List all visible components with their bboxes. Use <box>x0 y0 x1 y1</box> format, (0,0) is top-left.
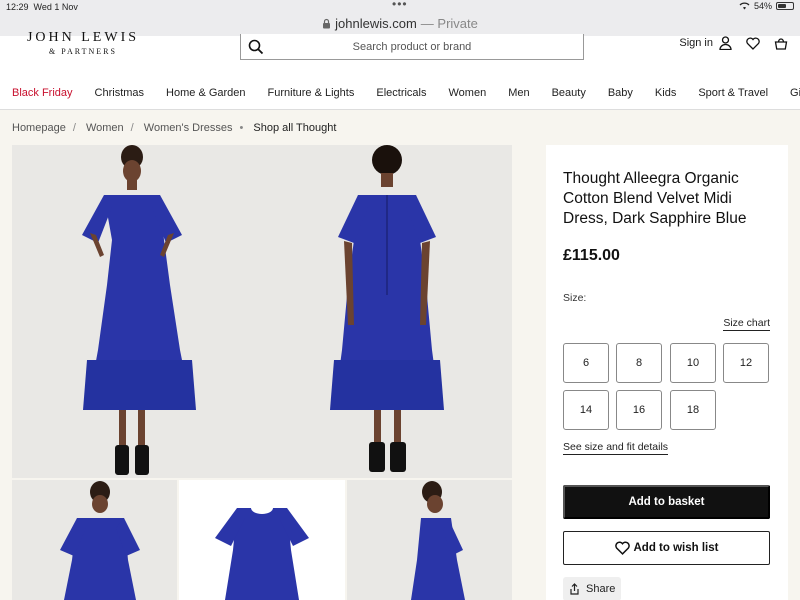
nav-item-black-friday[interactable]: Black Friday <box>12 87 73 99</box>
size-option-8[interactable]: 8 <box>616 343 662 383</box>
breadcrumb-current[interactable]: Shop all Thought <box>253 122 336 134</box>
nav-item-furniture-lights[interactable]: Furniture & Lights <box>268 87 355 99</box>
product-price: £115.00 <box>563 247 620 264</box>
size-option-16[interactable]: 16 <box>616 390 662 430</box>
wifi-icon <box>739 2 750 10</box>
search-box[interactable] <box>240 34 584 60</box>
nav-item-women[interactable]: Women <box>448 87 486 99</box>
lock-icon <box>323 18 331 29</box>
more-dots-icon[interactable]: ••• <box>392 0 408 11</box>
nav-item-men[interactable]: Men <box>508 87 529 99</box>
model-front-illustration <box>82 145 196 475</box>
size-option-12[interactable]: 12 <box>723 343 769 383</box>
url-text[interactable]: johnlewis.com <box>335 16 417 31</box>
heart-icon <box>614 541 630 555</box>
thumbnail-1[interactable] <box>12 480 177 600</box>
main-product-image[interactable] <box>12 145 512 478</box>
nav-item-home-garden[interactable]: Home & Garden <box>166 87 245 99</box>
status-time-date: 12:29 Wed 1 Nov <box>6 2 78 12</box>
header-actions: Sign in <box>679 36 788 50</box>
nav-item-kids[interactable]: Kids <box>655 87 676 99</box>
nav-item-gifts[interactable]: Gifts <box>790 87 800 99</box>
add-to-basket-button[interactable]: Add to basket <box>563 485 770 519</box>
status-bar: 12:29 Wed 1 Nov ••• 54% <box>0 0 800 14</box>
search-input[interactable] <box>271 40 583 53</box>
wishlist-label: Add to wish list <box>633 542 719 554</box>
status-right: 54% <box>739 1 794 11</box>
nav-item-electricals[interactable]: Electricals <box>376 87 426 99</box>
breadcrumb-womens-dresses[interactable]: Women's Dresses <box>144 122 233 134</box>
size-option-10[interactable]: 10 <box>670 343 716 383</box>
breadcrumb-homepage[interactable]: Homepage <box>12 122 66 134</box>
logo-line2: & PARTNERS <box>49 47 117 56</box>
nav-item-christmas[interactable]: Christmas <box>95 87 145 99</box>
product-title: Thought Alleegra Organic Cotton Blend Ve… <box>563 170 747 227</box>
john-lewis-logo[interactable]: JOHN LEWIS & PARTNERS <box>18 30 148 56</box>
nav-item-beauty[interactable]: Beauty <box>552 87 586 99</box>
site-header: JOHN LEWIS & PARTNERS Sign in <box>0 30 800 76</box>
share-button[interactable]: Share <box>563 577 622 600</box>
sign-in-link[interactable]: Sign in <box>679 36 732 50</box>
private-label: — Private <box>420 16 478 31</box>
thumbnail-2[interactable] <box>179 480 345 600</box>
size-option-14[interactable]: 14 <box>563 390 609 430</box>
basket-icon[interactable] <box>774 37 788 50</box>
nav-item-baby[interactable]: Baby <box>608 87 633 99</box>
breadcrumb-women[interactable]: Women <box>86 122 124 134</box>
heart-icon[interactable] <box>746 36 760 50</box>
logo-line1: JOHN LEWIS <box>26 30 140 45</box>
size-option-6[interactable]: 6 <box>563 343 609 383</box>
size-option-18[interactable]: 18 <box>670 390 716 430</box>
model-back-illustration <box>330 145 444 472</box>
product-details-panel: Thought Alleegra Organic Cotton Blend Ve… <box>546 145 788 600</box>
search-icon[interactable] <box>241 39 271 55</box>
product-gallery <box>12 145 512 600</box>
share-label: Share <box>586 583 616 595</box>
size-label: Size: <box>563 292 587 304</box>
thumbnail-3[interactable] <box>347 480 512 600</box>
user-icon <box>719 36 732 50</box>
size-chart-link[interactable]: Size chart <box>723 317 770 331</box>
add-to-wishlist-button[interactable]: Add to wish list <box>563 531 770 565</box>
sign-in-label: Sign in <box>679 37 713 49</box>
size-fit-details-link[interactable]: See size and fit details <box>563 441 669 455</box>
nav-item-sport-travel[interactable]: Sport & Travel <box>698 87 768 99</box>
main-navigation: Black Friday Christmas Home & Garden Fur… <box>0 76 800 110</box>
battery-percent: 54% <box>753 1 772 11</box>
battery-icon <box>776 2 794 10</box>
breadcrumb: Homepage / Women / Women's Dresses • Shop a… <box>12 122 337 134</box>
share-icon <box>570 583 579 595</box>
